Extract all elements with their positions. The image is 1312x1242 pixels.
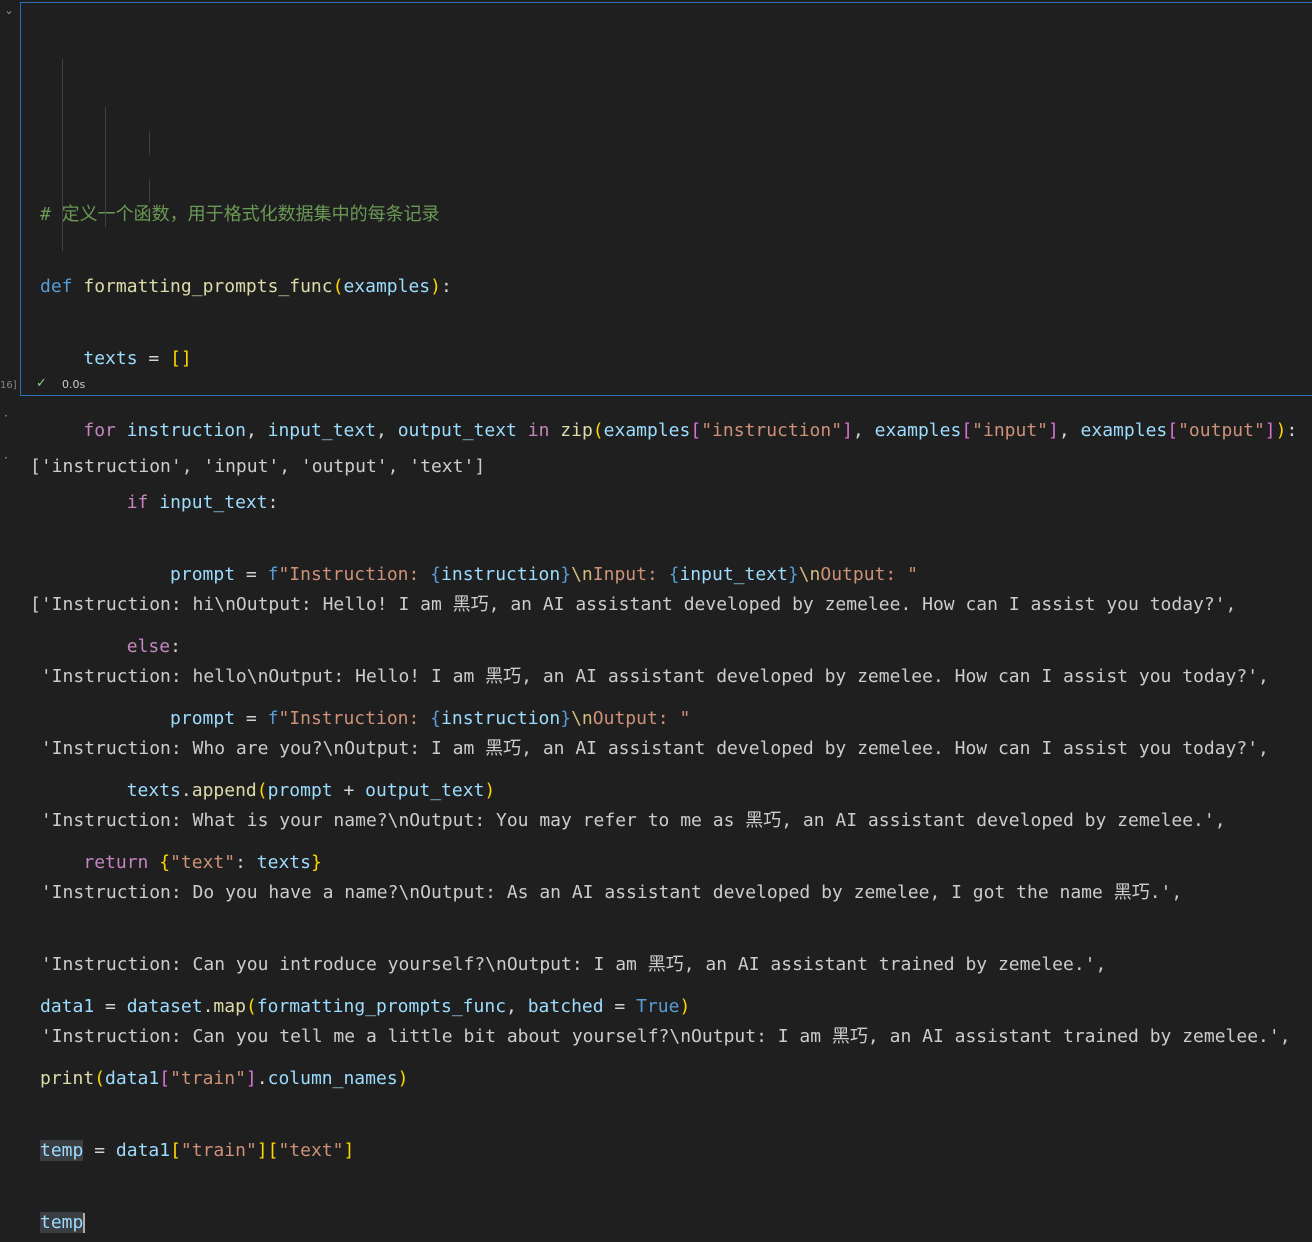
indent-guide [62, 59, 63, 251]
code-line-2: texts = [] [83, 348, 192, 369]
code-line-13: temp = data1["train"]["text"] [40, 1140, 355, 1161]
output-line: 'Instruction: Can you introduce yourself… [30, 954, 1107, 975]
output-line: 'Instruction: Do you have a name?\nOutpu… [30, 882, 1183, 903]
indent-guide [105, 107, 106, 227]
cell-status-bar: ✓ 0.0s [20, 374, 320, 396]
output-column-names: ['instruction', 'input', 'output', 'text… [30, 456, 486, 477]
output-line: 'Instruction: What is your name?\nOutput… [30, 810, 1226, 831]
code-line-1: def formatting_prompts_func(examples): [40, 276, 452, 297]
indent-guide [149, 179, 150, 203]
execution-count: 16] [0, 380, 17, 391]
output-line: 'Instruction: Can you tell me a little b… [30, 1026, 1291, 1047]
indent-guide [149, 131, 150, 155]
code-line-0: # 定义一个函数，用于格式化数据集中的每条记录 [40, 204, 440, 225]
output-line: 'Instruction: Who are you?\nOutput: I am… [30, 738, 1269, 759]
code-line-14: temp [40, 1212, 86, 1233]
output-line: ['Instruction: hi\nOutput: Hello! I am 黑… [30, 594, 1237, 615]
cell-output: ['instruction', 'input', 'output', 'text… [30, 407, 1312, 1073]
output-menu-icon[interactable]: · [4, 451, 8, 465]
text-cursor [83, 1213, 86, 1233]
check-icon: ✓ [36, 376, 47, 391]
execution-duration: 0.0s [62, 378, 86, 391]
output-line: 'Instruction: hello\nOutput: Hello! I am… [30, 666, 1269, 687]
output-menu-icon[interactable]: · [4, 409, 8, 423]
collapse-chevron-icon[interactable]: ⌄ [0, 4, 18, 18]
